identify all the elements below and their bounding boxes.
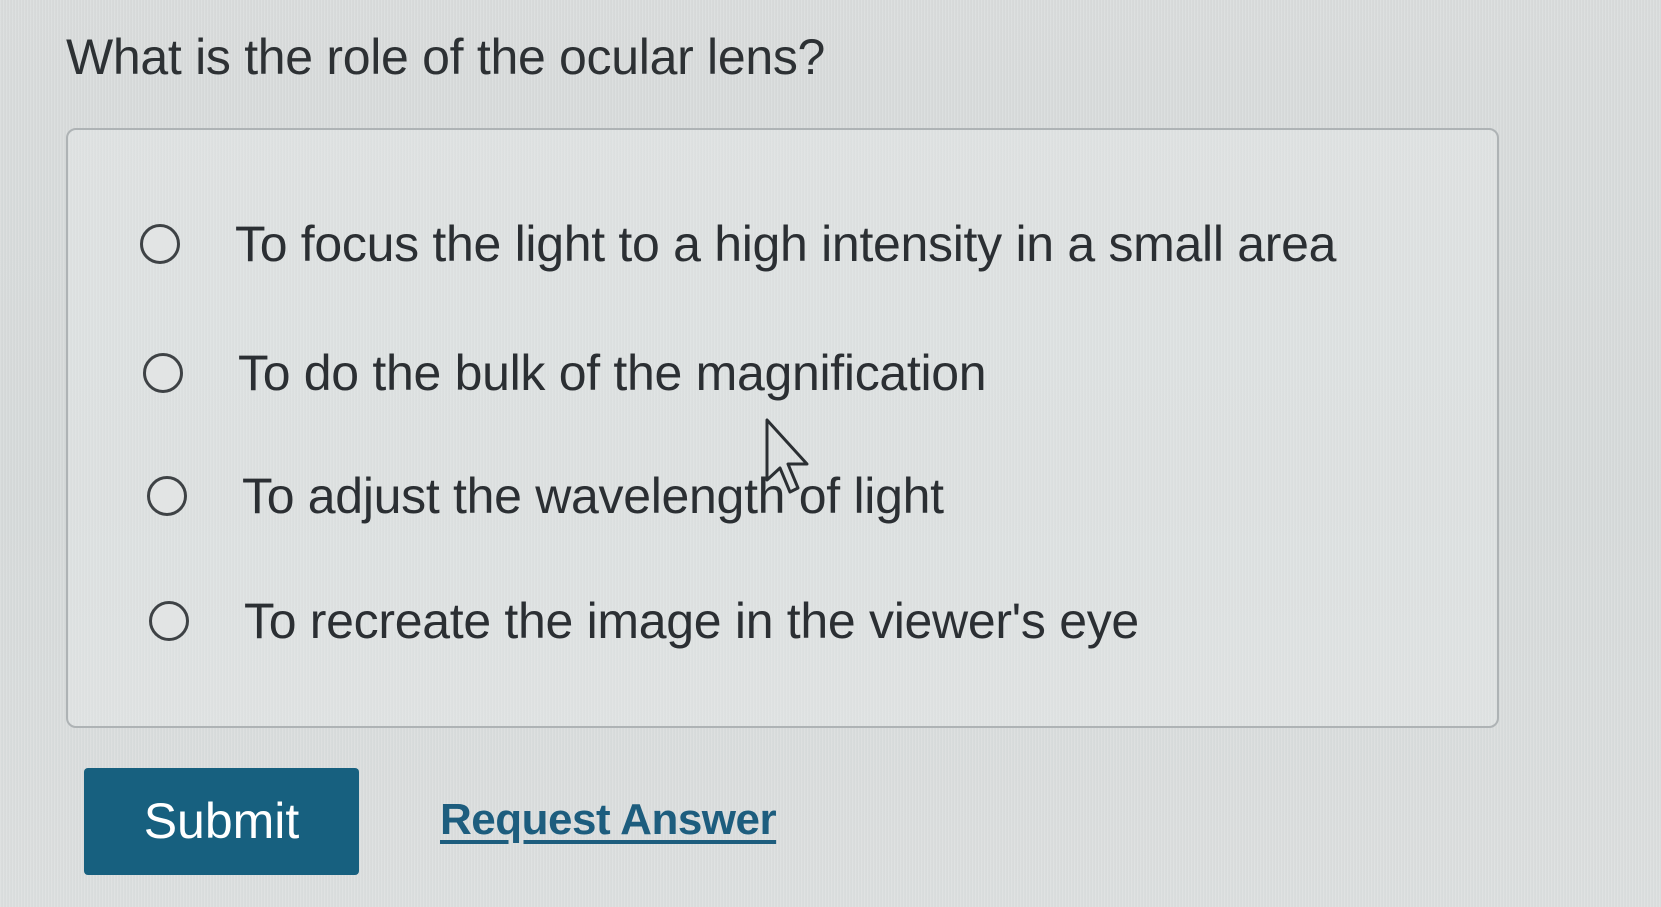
answer-option-label: To adjust the wavelength of light: [242, 468, 944, 524]
radio-unchecked-icon[interactable]: [147, 476, 187, 516]
radio-unchecked-icon[interactable]: [143, 353, 183, 393]
submit-button[interactable]: Submit: [84, 768, 359, 875]
answer-option-label: To focus the light to a high intensity i…: [235, 216, 1337, 272]
radio-unchecked-icon[interactable]: [149, 601, 189, 641]
answer-option-label: To do the bulk of the magnification: [238, 345, 987, 401]
radio-unchecked-icon[interactable]: [140, 224, 180, 264]
answer-option-2[interactable]: To do the bulk of the magnification: [143, 343, 987, 403]
answer-option-1[interactable]: To focus the light to a high intensity i…: [140, 214, 1336, 274]
question-title: What is the role of the ocular lens?: [66, 29, 826, 85]
answer-option-4[interactable]: To recreate the image in the viewer's ey…: [149, 591, 1139, 651]
request-answer-link[interactable]: Request Answer: [440, 790, 777, 850]
answer-option-label: To recreate the image in the viewer's ey…: [244, 593, 1139, 649]
answer-option-3[interactable]: To adjust the wavelength of light: [147, 466, 944, 526]
mouse-pointer-icon: [765, 418, 809, 494]
